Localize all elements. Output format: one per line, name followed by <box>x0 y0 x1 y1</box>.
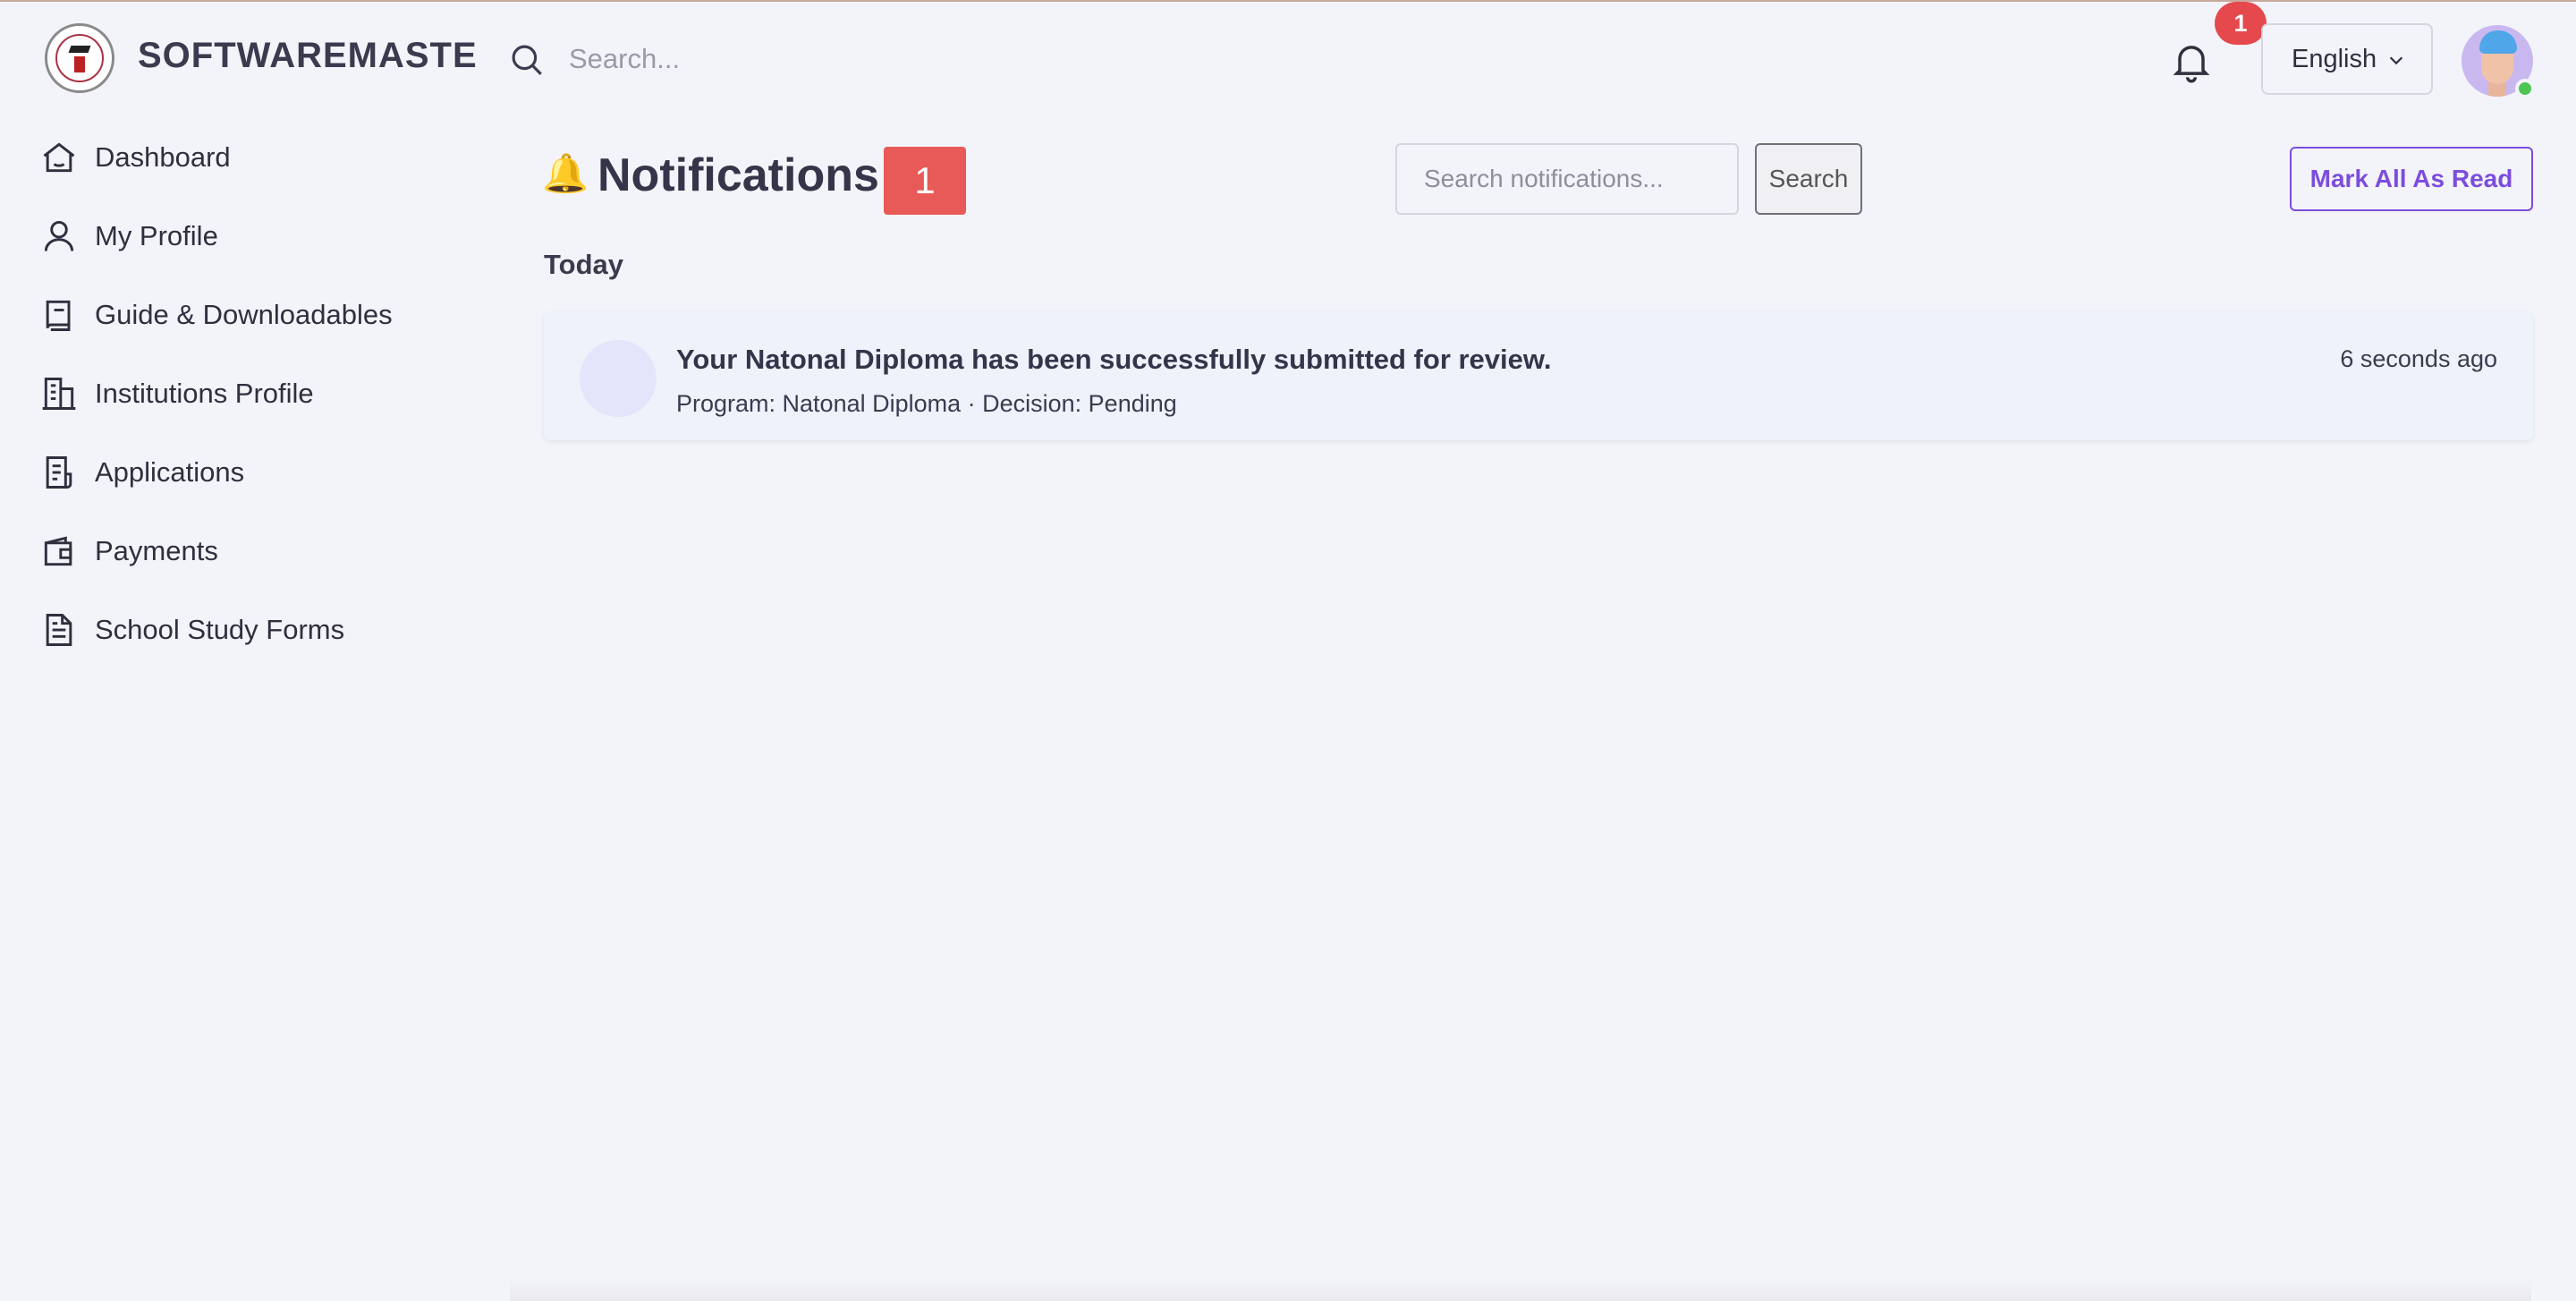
sidebar-item-label: Institutions Profile <box>95 378 314 409</box>
sidebar-item-dashboard[interactable]: Dashboard <box>39 131 469 184</box>
book-icon <box>46 300 71 331</box>
notification-title: Your Natonal Diploma has been successful… <box>676 344 1552 375</box>
notification-avatar <box>580 340 657 417</box>
document-list-icon <box>46 456 72 489</box>
unread-count-badge: 1 <box>884 147 966 215</box>
group-label-today: Today <box>544 249 623 280</box>
notification-search-input[interactable] <box>1395 143 1739 215</box>
graduation-cap-icon <box>68 46 91 53</box>
sidebar-item-institutions-profile[interactable]: Institutions Profile <box>39 367 469 421</box>
avatar-hair <box>2479 30 2517 54</box>
notification-count-badge: 1 <box>2215 2 2267 45</box>
global-search-input[interactable] <box>569 34 1106 84</box>
bell-icon[interactable] <box>2168 38 2215 84</box>
sidebar-item-label: Guide & Downloadables <box>95 299 393 330</box>
sidebar-item-payments[interactable]: Payments <box>39 524 469 578</box>
online-status-dot <box>2515 79 2535 98</box>
building-icon <box>42 378 76 410</box>
search-button[interactable]: Search <box>1755 143 1862 215</box>
wallet-icon <box>44 536 72 566</box>
sidebar-item-label: School Study Forms <box>95 614 345 645</box>
notification-subtitle: Program: Natonal Diploma · Decision: Pen… <box>676 390 1177 417</box>
language-label: English <box>2292 45 2377 73</box>
bell-emoji-icon: 🔔 <box>542 152 589 194</box>
notification-time: 6 seconds ago <box>2340 345 2497 372</box>
sidebar-item-label: Applications <box>95 456 245 488</box>
brand-name[interactable]: SOFTWAREMASTE <box>138 36 478 76</box>
user-icon <box>44 220 74 251</box>
sidebar-item-my-profile[interactable]: My Profile <box>39 209 469 263</box>
footer-edge <box>510 1278 2531 1301</box>
logo-book-icon <box>74 56 85 72</box>
home-icon <box>43 142 75 173</box>
file-text-icon <box>46 614 72 646</box>
sidebar-item-applications[interactable]: Applications <box>39 446 469 499</box>
language-select[interactable]: English <box>2261 23 2433 95</box>
sidebar-item-guide-downloadables[interactable]: Guide & Downloadables <box>39 288 469 342</box>
chevron-down-icon <box>2389 56 2403 65</box>
top-header: SOFTWAREMASTE 1 English <box>0 2 2576 115</box>
school-seal-logo[interactable] <box>45 23 114 93</box>
sidebar-item-label: Payments <box>95 535 218 566</box>
mark-all-read-button[interactable]: Mark All As Read <box>2290 147 2533 211</box>
notification-item[interactable]: Your Natonal Diploma has been successful… <box>544 311 2533 440</box>
search-icon <box>512 45 542 75</box>
page-title: Notifications <box>597 149 879 201</box>
sidebar-item-label: Dashboard <box>95 141 231 173</box>
sidebar-item-label: My Profile <box>95 220 218 251</box>
sidebar-item-school-study-forms[interactable]: School Study Forms <box>39 603 469 657</box>
